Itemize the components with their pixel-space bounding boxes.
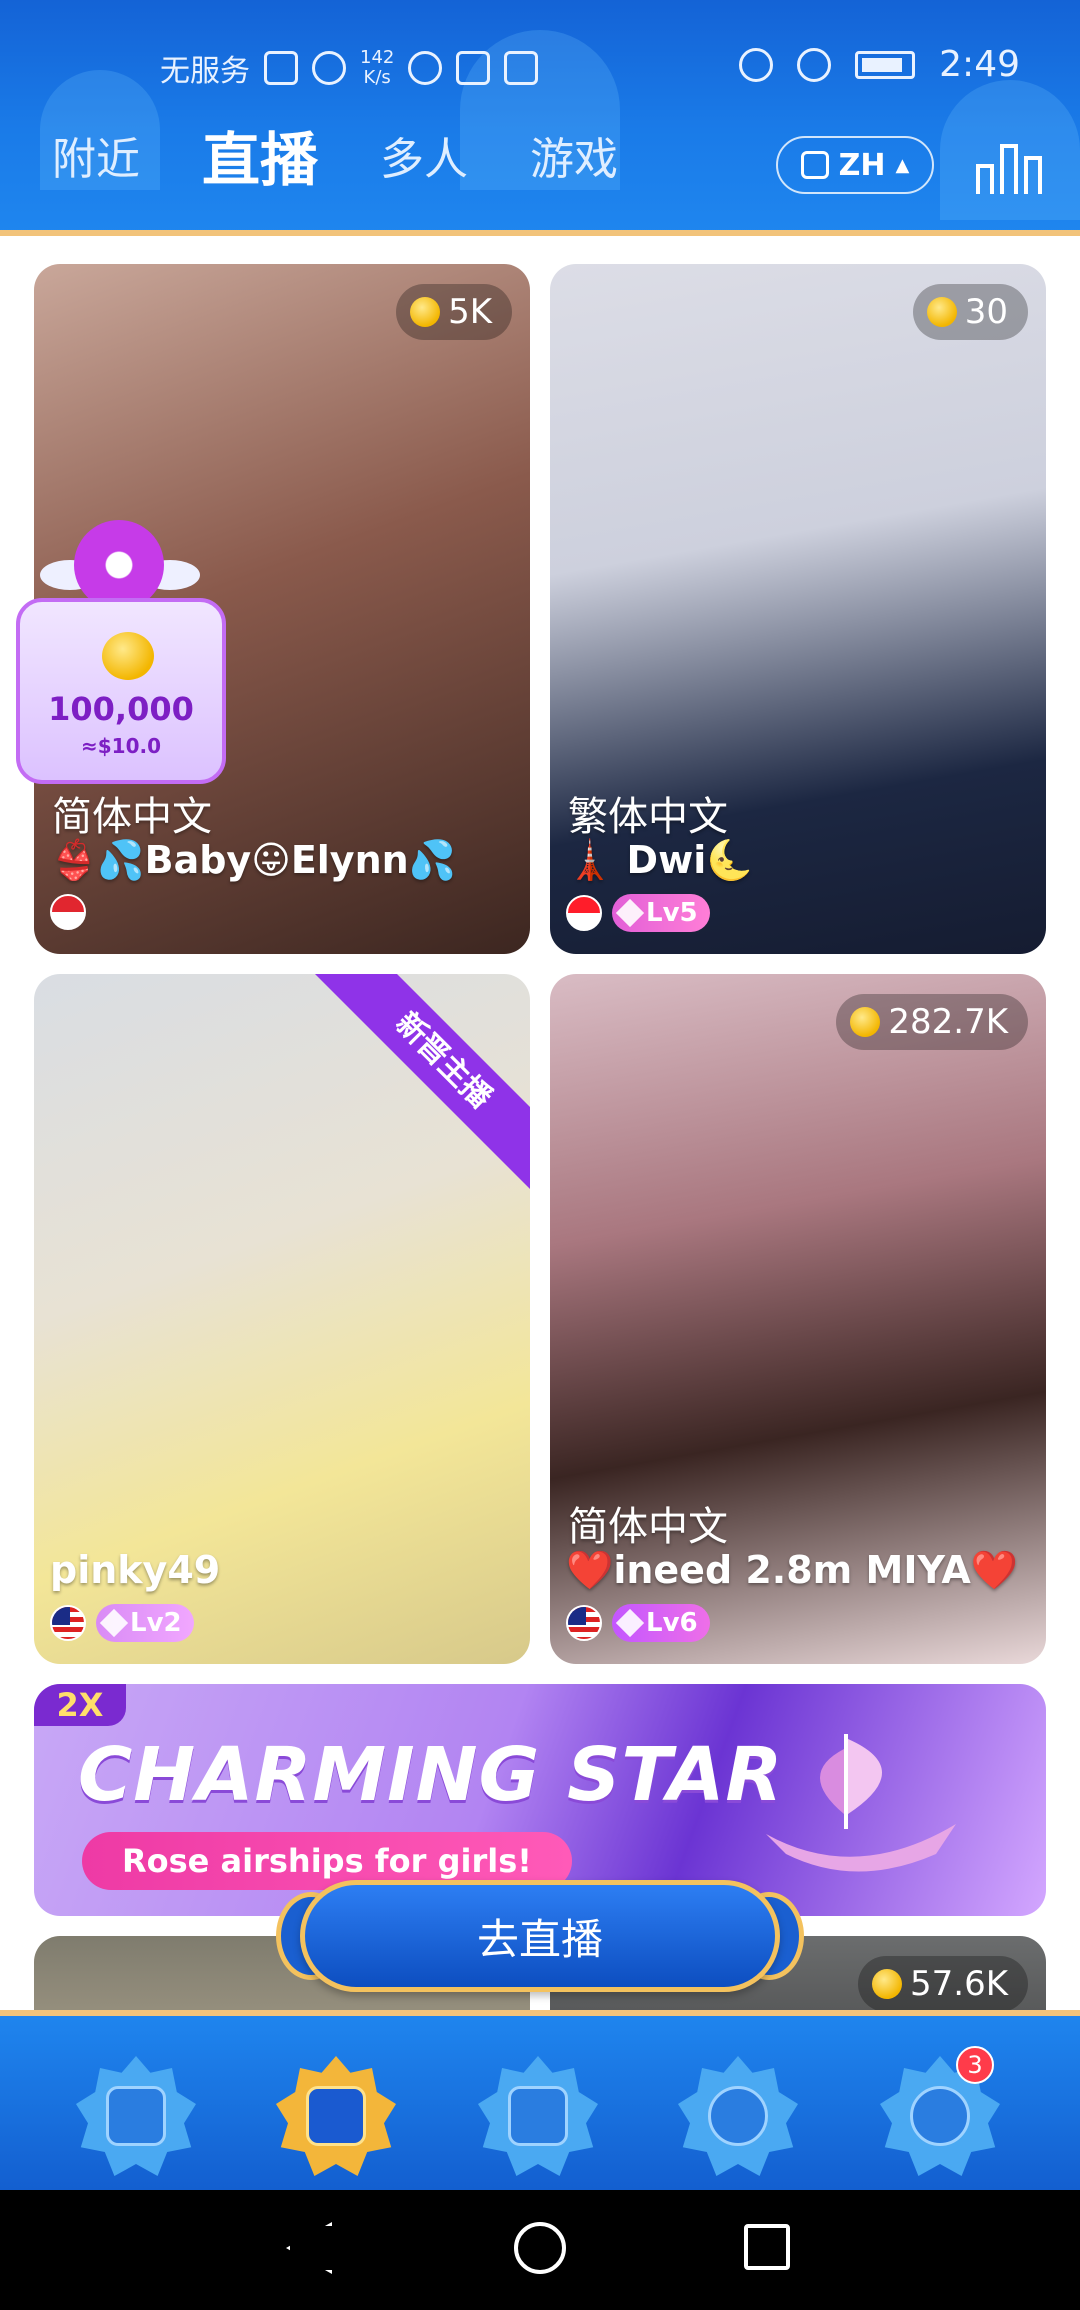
top-tabs: 附近 直播 多人 游戏 xyxy=(52,130,680,190)
coin-icon xyxy=(410,297,441,327)
streamer-name: ❤️ineed 2.8m MIYA❤️ xyxy=(566,1548,1019,1592)
leaderboard-icon-bar xyxy=(1024,156,1042,194)
nav-planet[interactable] xyxy=(678,2056,798,2176)
status-bar: 无服务 142 K/s 2:49 xyxy=(0,38,1080,89)
coin-icon xyxy=(850,1007,881,1037)
banner-title: CHARMING STAR xyxy=(78,1732,784,1818)
profile-icon xyxy=(910,2086,970,2146)
leaderboard-icon-bar xyxy=(1000,144,1018,194)
coin-icon xyxy=(872,1969,902,1999)
star-icon xyxy=(615,1608,645,1638)
nav-live[interactable] xyxy=(276,2056,396,2176)
clock: 2:49 xyxy=(939,44,1020,85)
coin-count-badge: 282.7K xyxy=(836,994,1028,1050)
coin-count-badge: 57.6K xyxy=(858,1956,1028,2012)
flag-malaysia-icon xyxy=(50,1605,86,1641)
flag-indonesia-icon xyxy=(566,895,602,931)
streamer-name: pinky49 xyxy=(50,1548,221,1592)
app-notification-icon xyxy=(504,51,539,85)
language-switch-button[interactable]: ZH ▲ xyxy=(776,136,934,194)
bottom-navigation: 3 xyxy=(0,2010,1080,2190)
streamer-name: 👙💦Baby😛Elynn💦 xyxy=(50,838,456,882)
coin-count-badge: 5K xyxy=(396,284,512,340)
sim-alert-icon xyxy=(264,51,298,85)
coin-count: 30 xyxy=(964,292,1008,332)
card-meta: Lv6 xyxy=(566,1604,710,1642)
coin-icon xyxy=(102,632,154,680)
wifi-icon xyxy=(312,51,346,85)
reward-usd: ≈$10.0 xyxy=(80,734,162,758)
mascot-icon xyxy=(74,520,164,610)
home-icon[interactable] xyxy=(514,2222,566,2274)
coin-count: 282.7K xyxy=(888,1002,1008,1042)
new-host-ribbon: 新晋主播 xyxy=(305,974,530,1199)
card-meta xyxy=(50,894,86,930)
users-icon xyxy=(508,2086,568,2146)
live-card[interactable]: 新晋主播 pinky49 Lv2 xyxy=(34,974,530,1664)
download-icon xyxy=(456,51,491,85)
app-root: 无服务 142 K/s 2:49 附近 直播 多人 游戏 ZH ▲ 5K 简体中… xyxy=(0,0,1080,2310)
level-text: Lv5 xyxy=(646,898,698,928)
live-card[interactable]: 282.7K 简体中文 ❤️ineed 2.8m MIYA❤️ Lv6 xyxy=(550,974,1046,1664)
carrier-text: 无服务 xyxy=(160,54,250,89)
reward-amount: 100,000 xyxy=(48,690,194,728)
streamer-name: 🗼 Dwi🌜 xyxy=(566,838,754,882)
level-badge: Lv5 xyxy=(612,894,710,932)
go-live-button[interactable]: 去直播 xyxy=(300,1880,780,1992)
camera-moon-icon xyxy=(106,2086,166,2146)
leaderboard-button[interactable] xyxy=(976,140,1042,194)
nav-friends[interactable] xyxy=(478,2056,598,2176)
airship-illustration xyxy=(766,1734,956,1872)
reward-widget[interactable]: 100,000 ≈$10.0 xyxy=(16,598,226,784)
coin-icon xyxy=(926,297,957,327)
card-language: 简体中文 xyxy=(568,1504,728,1550)
tab-multi[interactable]: 多人 xyxy=(380,130,468,190)
level-badge: Lv2 xyxy=(96,1604,194,1642)
level-text: Lv2 xyxy=(130,1608,182,1638)
battery-icon xyxy=(855,50,916,79)
caret-up-icon: ▲ xyxy=(895,154,910,176)
nav-profile[interactable]: 3 xyxy=(880,2046,1000,2176)
language-label: ZH xyxy=(838,147,886,183)
coin-count-badge: 30 xyxy=(912,284,1028,340)
tv-moon-icon xyxy=(306,2086,366,2146)
diamond-icon xyxy=(99,1608,129,1638)
translate-icon xyxy=(800,151,829,179)
multiplier-badge: 2X xyxy=(34,1684,126,1726)
level-text: Lv6 xyxy=(646,1608,698,1638)
nav-discover[interactable] xyxy=(76,2056,196,2176)
coin-count: 5K xyxy=(448,292,492,332)
level-badge: Lv6 xyxy=(612,1604,710,1642)
location-icon xyxy=(739,47,774,82)
recents-icon[interactable] xyxy=(744,2224,790,2270)
browser-icon xyxy=(408,51,443,85)
card-meta: Lv2 xyxy=(50,1604,194,1642)
tab-nearby[interactable]: 附近 xyxy=(52,130,140,190)
flag-singapore-icon xyxy=(50,894,86,930)
tab-games[interactable]: 游戏 xyxy=(530,130,618,190)
sparkle-icon xyxy=(615,898,645,928)
leaderboard-icon xyxy=(976,164,994,194)
notification-badge: 3 xyxy=(956,2046,994,2084)
card-language: 繁体中文 xyxy=(568,794,728,840)
flag-malaysia-icon xyxy=(566,1605,602,1641)
tab-live[interactable]: 直播 xyxy=(202,130,318,190)
card-language: 简体中文 xyxy=(52,794,212,840)
network-speed: 142 K/s xyxy=(360,47,395,88)
planet-icon xyxy=(708,2086,768,2146)
live-card[interactable]: 30 繁体中文 🗼 Dwi🌜 Lv5 xyxy=(550,264,1046,954)
card-meta: Lv5 xyxy=(566,894,710,932)
coin-count: 57.6K xyxy=(910,1964,1008,2004)
top-header: 无服务 142 K/s 2:49 附近 直播 多人 游戏 ZH ▲ xyxy=(0,0,1080,236)
mute-bell-icon xyxy=(797,47,832,82)
